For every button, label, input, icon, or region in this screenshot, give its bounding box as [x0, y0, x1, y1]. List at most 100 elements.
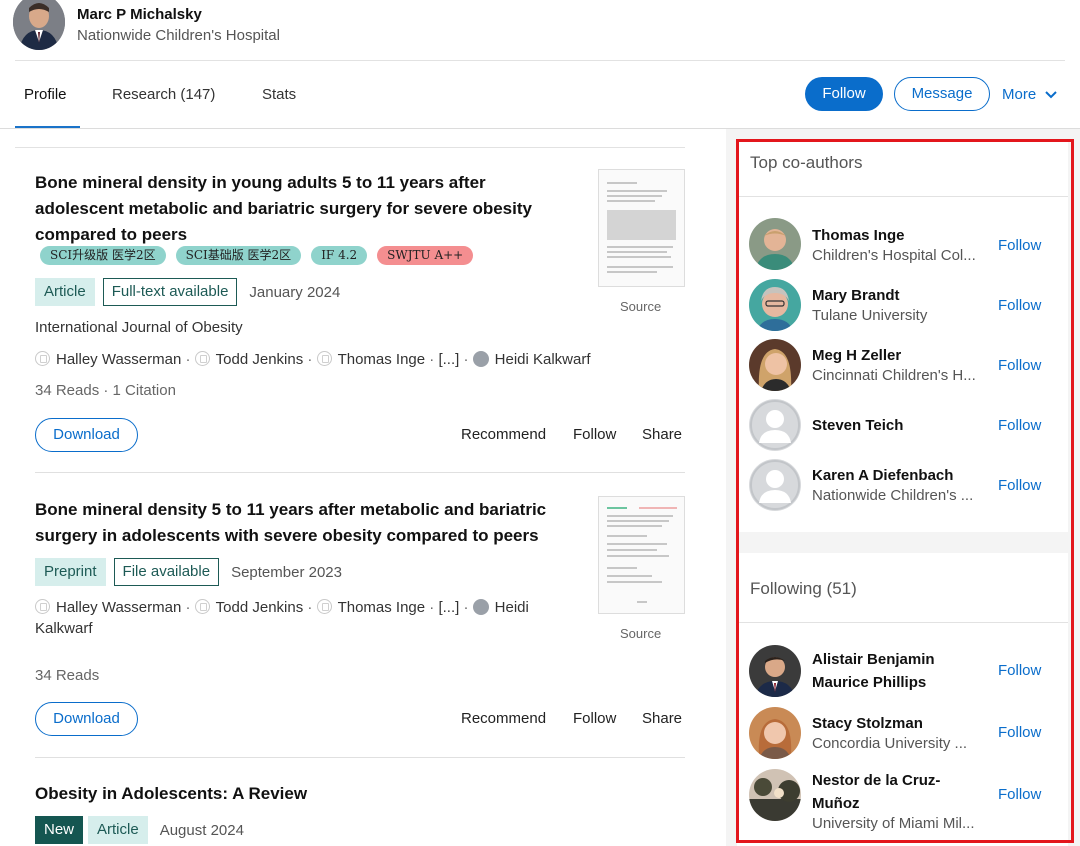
item-divider: [35, 757, 685, 758]
profile-institution[interactable]: Nationwide Children's Hospital: [77, 27, 280, 44]
publication-date: January 2024: [249, 283, 341, 301]
following-affiliation: Concordia University ...: [812, 735, 968, 752]
availability-badge: Full-text available: [102, 278, 238, 306]
journal-name[interactable]: International Journal of Obesity: [35, 319, 243, 336]
header-divider: [15, 60, 1065, 61]
publication-thumbnail[interactable]: [598, 169, 685, 287]
ranking-tags: SCI升级版 医学2区 SCI基础版 医学2区 IF 4.2 SWJTU A++: [40, 246, 474, 265]
profile-name[interactable]: Marc P Michalsky: [77, 6, 202, 23]
more-authors[interactable]: [...]: [438, 599, 459, 616]
new-badge: New: [35, 816, 84, 844]
following-affiliation: University of Miami Mil...: [812, 815, 975, 832]
coauthor-avatar[interactable]: [749, 279, 801, 331]
feed-divider: [15, 147, 685, 148]
following-name[interactable]: Alistair Benjamin Maurice Phillips: [812, 648, 987, 694]
coauthor-name[interactable]: Thomas Inge: [812, 224, 987, 247]
impact-factor-tag: IF 4.2: [311, 246, 368, 265]
publication-title[interactable]: Obesity in Adolescents: A Review: [35, 781, 565, 807]
tab-profile[interactable]: Profile: [24, 86, 67, 103]
follow-person-button[interactable]: Follow: [998, 786, 1041, 803]
author-list: Halley Wasserman · Todd Jenkins · Thomas…: [35, 599, 529, 637]
author-icon: [194, 351, 210, 366]
following-name[interactable]: Nestor de la Cruz-Muñoz: [812, 769, 987, 815]
follow-person-button[interactable]: Follow: [998, 724, 1041, 741]
source-label[interactable]: Source: [620, 299, 661, 314]
publication-title[interactable]: Bone mineral density 5 to 11 years after…: [35, 497, 565, 549]
coauthor-avatar[interactable]: [749, 459, 801, 511]
follow-publication-button[interactable]: Follow: [573, 710, 616, 727]
tab-research[interactable]: Research (147): [112, 86, 215, 103]
author-link[interactable]: Thomas Inge: [338, 351, 426, 368]
download-button[interactable]: Download: [35, 702, 138, 736]
recommend-button[interactable]: Recommend: [461, 426, 546, 443]
coauthor-affiliation: Nationwide Children's ...: [812, 487, 974, 504]
follow-person-button[interactable]: Follow: [998, 662, 1041, 679]
ranking-tag: SCI升级版 医学2区: [40, 246, 166, 265]
message-button[interactable]: Message: [894, 77, 990, 111]
coauthor-name[interactable]: Steven Teich: [812, 414, 987, 437]
publication-date: August 2024: [159, 821, 244, 839]
author-icon: [316, 599, 332, 614]
following-name[interactable]: Stacy Stolzman: [812, 712, 987, 735]
coauthor-affiliation: Cincinnati Children's H...: [812, 367, 976, 384]
download-button[interactable]: Download: [35, 418, 138, 452]
author-icon: [35, 599, 50, 614]
more-authors[interactable]: [...]: [438, 351, 459, 368]
ranking-tag: SWJTU A++: [377, 246, 474, 265]
sidebar-divider: [737, 196, 1068, 197]
follow-coauthor-button[interactable]: Follow: [998, 297, 1041, 314]
follow-coauthor-button[interactable]: Follow: [998, 237, 1041, 254]
tab-stats[interactable]: Stats: [262, 86, 296, 103]
type-badge: Article: [88, 816, 148, 844]
coauthor-affiliation: Children's Hospital Col...: [812, 247, 976, 264]
chevron-down-icon: [1045, 91, 1058, 99]
author-avatar: [472, 599, 489, 615]
following-avatar[interactable]: [749, 769, 801, 821]
share-button[interactable]: Share: [642, 710, 682, 727]
publication-title[interactable]: Bone mineral density in young adults 5 t…: [35, 170, 565, 248]
following-heading: Following (51): [750, 579, 857, 598]
author-icon: [316, 351, 332, 366]
follow-coauthor-button[interactable]: Follow: [998, 417, 1041, 434]
publication-date: September 2023: [231, 563, 342, 581]
sidebar-divider: [737, 622, 1068, 623]
author-list: Halley Wasserman · Todd Jenkins · Thomas…: [35, 349, 625, 370]
read-stats: 34 Reads · 1 Citation: [35, 382, 176, 399]
coauthor-name[interactable]: Karen A Diefenbach: [812, 464, 987, 487]
profile-avatar[interactable]: [13, 0, 65, 50]
publication-meta: Article Full-text available January 2024: [35, 278, 340, 306]
coauthor-avatar[interactable]: [749, 218, 801, 270]
coauthor-avatar[interactable]: [749, 339, 801, 391]
author-link[interactable]: Todd Jenkins: [216, 599, 304, 616]
author-icon: [35, 351, 50, 366]
author-link[interactable]: Todd Jenkins: [216, 351, 304, 368]
author-link[interactable]: Thomas Inge: [338, 599, 426, 616]
coauthors-heading: Top co-authors: [750, 153, 863, 172]
more-label: More: [1002, 86, 1037, 103]
author-link[interactable]: Heidi Kalkwarf: [495, 351, 591, 368]
item-divider: [35, 472, 685, 473]
coauthor-name[interactable]: Meg H Zeller: [812, 344, 987, 367]
coauthor-name[interactable]: Mary Brandt: [812, 284, 987, 307]
more-button[interactable]: More: [1002, 86, 1058, 103]
share-button[interactable]: Share: [642, 426, 682, 443]
follow-publication-button[interactable]: Follow: [573, 426, 616, 443]
publication-thumbnail[interactable]: [598, 496, 685, 614]
following-avatar[interactable]: [749, 645, 801, 697]
recommend-button[interactable]: Recommend: [461, 710, 546, 727]
author-link[interactable]: Halley Wasserman: [56, 351, 181, 368]
read-stats: 34 Reads: [35, 667, 100, 684]
follow-coauthor-button[interactable]: Follow: [998, 357, 1041, 374]
following-avatar[interactable]: [749, 707, 801, 759]
follow-coauthor-button[interactable]: Follow: [998, 477, 1041, 494]
publication-meta: Preprint File available September 2023: [35, 558, 342, 586]
type-badge: Preprint: [35, 558, 106, 586]
follow-button[interactable]: Follow: [805, 77, 883, 111]
publication-meta: New Article August 2024: [35, 816, 244, 844]
coauthor-avatar[interactable]: [749, 399, 801, 451]
author-avatar: [472, 351, 489, 367]
source-label[interactable]: Source: [620, 626, 661, 641]
author-link[interactable]: Halley Wasserman: [56, 599, 181, 616]
default-avatar-icon: [749, 459, 801, 511]
type-badge: Article: [35, 278, 95, 306]
